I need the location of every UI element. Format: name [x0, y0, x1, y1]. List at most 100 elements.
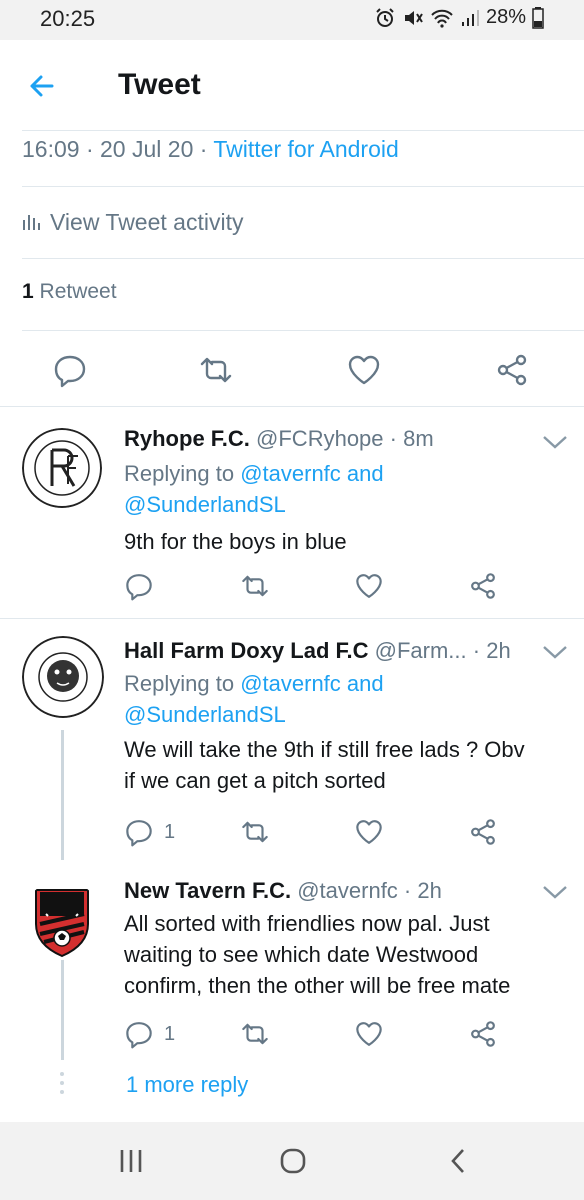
reply-tweet[interactable]: Ryhope F.C. @FCRyhope · 8m Replying to @… — [0, 406, 584, 616]
retweet-number: 1 — [22, 280, 34, 303]
status-bar: 20:25 28% — [0, 0, 584, 40]
signal-icon — [460, 8, 480, 28]
mention-link[interactable]: @SunderlandSL — [124, 492, 286, 517]
view-tweet-activity-link[interactable]: View Tweet activity — [22, 206, 243, 238]
home-button[interactable] — [278, 1146, 308, 1176]
share-button[interactable] — [468, 566, 498, 606]
home-icon — [280, 1148, 306, 1174]
tweet-timestamp: 16:09 · 20 Jul 20 · Twitter for Android — [22, 136, 399, 162]
arrow-left-icon — [30, 75, 54, 97]
reply-button[interactable]: 1 — [124, 1014, 175, 1054]
thread-dots — [58, 1072, 66, 1099]
battery-percent: 28% — [485, 6, 526, 28]
reply-count: 1 — [164, 1022, 176, 1045]
author-name[interactable]: Hall Farm Doxy Lad F.C — [124, 638, 369, 663]
avatar[interactable] — [22, 880, 102, 960]
comment-icon — [126, 820, 152, 847]
divider — [22, 130, 584, 131]
reply-text-line: We will take the 9th if still free lads … — [124, 737, 525, 762]
reply-text-line: All sorted with friendlies now pal. Just — [124, 911, 490, 936]
retweet-button[interactable] — [238, 1014, 272, 1054]
reply-text: We will take the 9th if still free lads … — [124, 734, 568, 796]
divider — [22, 186, 584, 187]
reply-author: Ryhope F.C. @FCRyhope · 8m — [124, 426, 434, 451]
share-button[interactable] — [494, 350, 530, 390]
retweet-icon — [242, 575, 268, 597]
reply-text-line: confirm, then the other will be free mat… — [124, 973, 511, 998]
new-tavern-crest-icon — [22, 880, 102, 960]
mention-link[interactable]: @tavernfc — [240, 461, 341, 486]
more-replies-link[interactable]: 1 more reply — [126, 1072, 248, 1098]
divider — [22, 330, 584, 331]
comment-icon — [126, 574, 152, 601]
back-nav-button[interactable] — [446, 1146, 470, 1176]
page-title: Tweet — [118, 68, 201, 101]
mention-link[interactable]: @tavernfc — [240, 671, 341, 696]
comment-icon — [126, 1022, 152, 1049]
replying-to: Replying to @tavernfc and @SunderlandSL — [124, 458, 384, 520]
recent-apps-button[interactable] — [116, 1146, 146, 1176]
heart-icon — [348, 355, 380, 385]
author-handle: @tavernfc — [297, 878, 398, 903]
retweet-count[interactable]: 1 Retweet — [22, 280, 117, 304]
like-button[interactable] — [354, 1014, 384, 1054]
reply-tweet[interactable]: Hall Farm Doxy Lad F.C @Farm... · 2h Rep… — [0, 618, 584, 868]
reply-actions: 1 — [0, 1014, 584, 1054]
retweet-label: Retweet — [39, 280, 117, 303]
alarm-icon — [374, 7, 396, 29]
comment-icon — [54, 355, 86, 388]
heart-icon — [356, 1022, 382, 1046]
reply-button[interactable] — [52, 350, 88, 390]
share-icon — [471, 819, 495, 845]
like-button[interactable] — [354, 812, 384, 852]
reply-text: All sorted with friendlies now pal. Just… — [124, 908, 568, 1001]
author-name[interactable]: New Tavern F.C. — [124, 878, 291, 903]
android-nav-bar — [0, 1122, 584, 1200]
heart-icon — [356, 820, 382, 844]
retweet-button[interactable] — [238, 566, 272, 606]
avatar[interactable] — [22, 428, 102, 508]
reply-button[interactable]: 1 — [124, 812, 175, 852]
like-button[interactable] — [354, 566, 384, 606]
header: Tweet — [0, 40, 584, 132]
share-button[interactable] — [468, 812, 498, 852]
reply-text-line: waiting to see which date Westwood — [124, 942, 479, 967]
reply-tweet[interactable]: New Tavern F.C. @tavernfc · 2h All sorte… — [0, 862, 584, 1062]
chevron-down-icon[interactable] — [540, 882, 570, 902]
reply-text-line: if we can get a pitch sorted — [124, 768, 386, 793]
reply-count: 1 — [164, 820, 176, 843]
share-icon — [497, 354, 527, 386]
reply-actions: 1 — [0, 812, 584, 852]
retweet-button[interactable] — [196, 350, 236, 390]
reply-author: New Tavern F.C. @tavernfc · 2h — [124, 878, 442, 903]
recent-apps-icon — [120, 1150, 142, 1172]
divider — [22, 258, 584, 259]
reply-time: 2h — [417, 878, 442, 903]
replying-prefix: Replying to — [124, 671, 235, 696]
and-others-link[interactable]: and — [347, 461, 384, 486]
author-handle: @FCRyhope — [256, 426, 384, 451]
author-name[interactable]: Ryhope F.C. — [124, 426, 250, 451]
reply-time: 8m — [403, 426, 434, 451]
chevron-down-icon[interactable] — [540, 432, 570, 452]
retweet-button[interactable] — [238, 812, 272, 852]
replying-prefix: Replying to — [124, 461, 235, 486]
heart-icon — [356, 574, 382, 598]
status-time: 20:25 — [40, 6, 96, 31]
reply-time: 2h — [486, 638, 511, 663]
and-others-link[interactable]: and — [347, 671, 384, 696]
retweet-icon — [242, 821, 268, 843]
like-button[interactable] — [346, 350, 382, 390]
avatar[interactable] — [22, 636, 104, 718]
tweet-time: 16:09 — [22, 136, 80, 162]
back-button[interactable] — [22, 66, 70, 106]
tweet-date: 20 Jul 20 — [100, 136, 194, 162]
retweet-icon — [242, 1023, 268, 1045]
chevron-down-icon[interactable] — [540, 642, 570, 662]
status-icons: 28% — [374, 6, 544, 29]
reply-button[interactable] — [124, 566, 154, 606]
mention-link[interactable]: @SunderlandSL — [124, 702, 286, 727]
reply-actions — [0, 566, 584, 606]
share-button[interactable] — [468, 1014, 498, 1054]
tweet-source-link[interactable]: Twitter for Android — [213, 136, 398, 162]
